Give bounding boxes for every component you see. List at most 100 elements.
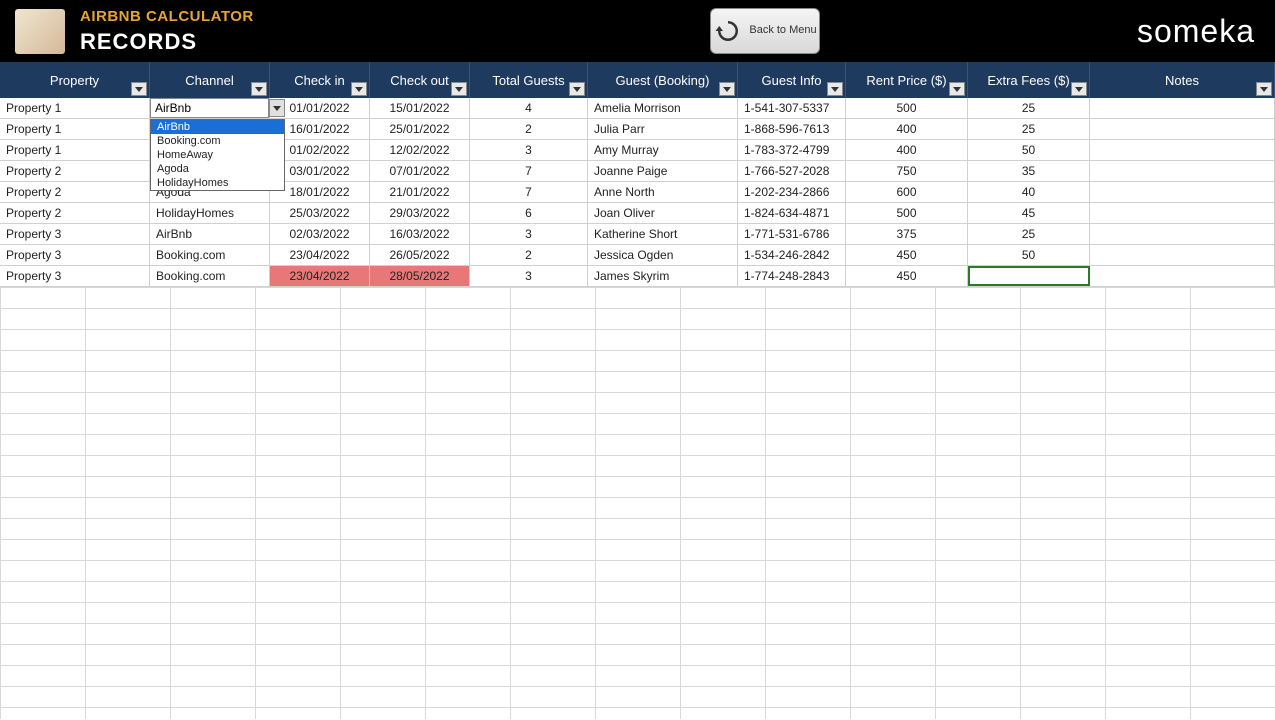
filter-button[interactable] [451, 82, 467, 96]
cell-property[interactable]: Property 2 [0, 161, 150, 181]
cell-guest-info[interactable]: 1-534-246-2842 [738, 245, 846, 265]
cell-guest-booking[interactable]: Julia Parr [588, 119, 738, 139]
cell-guest-booking[interactable]: Joan Oliver [588, 203, 738, 223]
cell-rent-price[interactable]: 600 [846, 182, 968, 202]
cell-channel[interactable]: Booking.com [150, 245, 270, 265]
cell-channel[interactable]: HolidayHomes [150, 203, 270, 223]
cell-property[interactable]: Property 1 [0, 119, 150, 139]
filter-button[interactable] [1071, 82, 1087, 96]
channel-dropdown-item[interactable]: Booking.com [151, 134, 284, 148]
cell-guests[interactable]: 6 [470, 203, 588, 223]
cell-guests[interactable]: 2 [470, 245, 588, 265]
cell-property[interactable]: Property 3 [0, 245, 150, 265]
cell-extra-fees[interactable]: 40 [968, 182, 1090, 202]
filter-button[interactable] [719, 82, 735, 96]
cell-extra-fees[interactable]: 45 [968, 203, 1090, 223]
cell-checkin[interactable]: 23/04/2022 [270, 266, 370, 286]
cell-property[interactable]: Property 2 [0, 182, 150, 202]
filter-button[interactable] [131, 82, 147, 96]
cell-checkin[interactable]: 18/01/2022 [270, 182, 370, 202]
cell-extra-fees[interactable]: 25 [968, 119, 1090, 139]
cell-checkout[interactable]: 21/01/2022 [370, 182, 470, 202]
cell-checkout[interactable]: 07/01/2022 [370, 161, 470, 181]
cell-checkin[interactable]: 02/03/2022 [270, 224, 370, 244]
cell-guest-booking[interactable]: Amelia Morrison [588, 98, 738, 118]
cell-property[interactable]: Property 1 [0, 98, 150, 118]
cell-property[interactable]: Property 3 [0, 266, 150, 286]
cell-notes[interactable] [1090, 98, 1275, 118]
cell-notes[interactable] [1090, 245, 1275, 265]
cell-guests[interactable]: 2 [470, 119, 588, 139]
cell-rent-price[interactable]: 450 [846, 266, 968, 286]
filter-button[interactable] [949, 82, 965, 96]
cell-checkin[interactable]: 16/01/2022 [270, 119, 370, 139]
empty-grid-area[interactable] [0, 287, 1275, 719]
cell-checkout[interactable]: 25/01/2022 [370, 119, 470, 139]
channel-dropdown-button[interactable] [269, 99, 285, 117]
cell-notes[interactable] [1090, 266, 1275, 286]
cell-checkout[interactable]: 28/05/2022 [370, 266, 470, 286]
filter-button[interactable] [569, 82, 585, 96]
cell-checkin[interactable]: 01/01/2022 [270, 98, 370, 118]
cell-guests[interactable]: 7 [470, 182, 588, 202]
cell-guests[interactable]: 3 [470, 224, 588, 244]
cell-checkout[interactable]: 15/01/2022 [370, 98, 470, 118]
cell-guest-info[interactable]: 1-771-531-6786 [738, 224, 846, 244]
cell-guest-info[interactable]: 1-824-634-4871 [738, 203, 846, 223]
filter-button[interactable] [351, 82, 367, 96]
cell-checkin[interactable]: 01/02/2022 [270, 140, 370, 160]
cell-checkin[interactable]: 23/04/2022 [270, 245, 370, 265]
cell-guest-booking[interactable]: Anne North [588, 182, 738, 202]
cell-checkout[interactable]: 12/02/2022 [370, 140, 470, 160]
cell-guest-info[interactable]: 1-868-596-7613 [738, 119, 846, 139]
channel-dropdown-item[interactable]: HolidayHomes [151, 176, 284, 190]
cell-guests[interactable]: 7 [470, 161, 588, 181]
cell-guest-info[interactable]: 1-541-307-5337 [738, 98, 846, 118]
channel-dropdown-item[interactable]: Agoda [151, 162, 284, 176]
cell-rent-price[interactable]: 450 [846, 245, 968, 265]
cell-channel-editing[interactable]: AirBnbBooking.comHomeAwayAgodaHolidayHom… [150, 98, 270, 118]
channel-input[interactable] [150, 98, 269, 118]
cell-extra-fees[interactable]: 25 [968, 224, 1090, 244]
cell-checkin[interactable]: 03/01/2022 [270, 161, 370, 181]
cell-guest-booking[interactable]: James Skyrim [588, 266, 738, 286]
cell-extra-fees-selected[interactable] [968, 266, 1090, 286]
cell-extra-fees[interactable]: 50 [968, 245, 1090, 265]
cell-rent-price[interactable]: 750 [846, 161, 968, 181]
cell-property[interactable]: Property 3 [0, 224, 150, 244]
cell-rent-price[interactable]: 500 [846, 203, 968, 223]
channel-dropdown-item[interactable]: AirBnb [151, 120, 284, 134]
cell-rent-price[interactable]: 400 [846, 140, 968, 160]
cell-rent-price[interactable]: 375 [846, 224, 968, 244]
cell-guest-info[interactable]: 1-774-248-2843 [738, 266, 846, 286]
cell-checkout[interactable]: 29/03/2022 [370, 203, 470, 223]
cell-notes[interactable] [1090, 224, 1275, 244]
cell-extra-fees[interactable]: 35 [968, 161, 1090, 181]
cell-rent-price[interactable]: 400 [846, 119, 968, 139]
cell-guest-booking[interactable]: Amy Murray [588, 140, 738, 160]
cell-notes[interactable] [1090, 119, 1275, 139]
cell-guests[interactable]: 4 [470, 98, 588, 118]
cell-guest-info[interactable]: 1-202-234-2866 [738, 182, 846, 202]
cell-extra-fees[interactable]: 25 [968, 98, 1090, 118]
cell-notes[interactable] [1090, 182, 1275, 202]
filter-button[interactable] [827, 82, 843, 96]
cell-checkout[interactable]: 16/03/2022 [370, 224, 470, 244]
cell-notes[interactable] [1090, 140, 1275, 160]
channel-dropdown-item[interactable]: HomeAway [151, 148, 284, 162]
cell-checkout[interactable]: 26/05/2022 [370, 245, 470, 265]
cell-guests[interactable]: 3 [470, 266, 588, 286]
cell-notes[interactable] [1090, 161, 1275, 181]
back-to-menu-button[interactable]: Back to Menu [710, 8, 820, 54]
cell-guest-booking[interactable]: Katherine Short [588, 224, 738, 244]
cell-checkin[interactable]: 25/03/2022 [270, 203, 370, 223]
cell-channel[interactable]: Booking.com [150, 266, 270, 286]
cell-extra-fees[interactable]: 50 [968, 140, 1090, 160]
cell-guest-booking[interactable]: Jessica Ogden [588, 245, 738, 265]
cell-channel[interactable]: AirBnb [150, 224, 270, 244]
cell-property[interactable]: Property 2 [0, 203, 150, 223]
cell-guests[interactable]: 3 [470, 140, 588, 160]
filter-button[interactable] [1256, 82, 1272, 96]
cell-rent-price[interactable]: 500 [846, 98, 968, 118]
cell-guest-info[interactable]: 1-766-527-2028 [738, 161, 846, 181]
